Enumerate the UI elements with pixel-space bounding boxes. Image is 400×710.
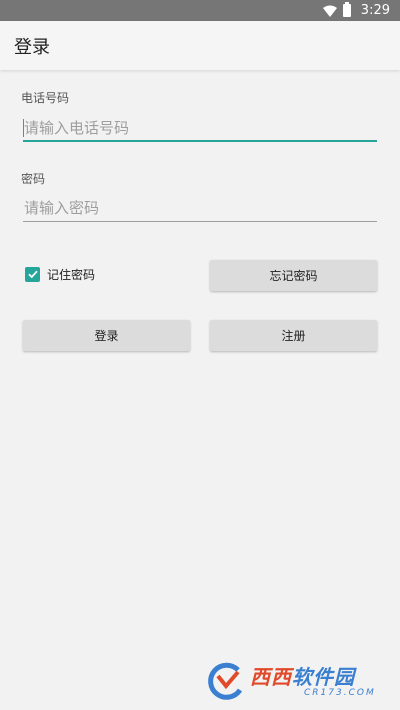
watermark-brand-blue: 软件园 [292,665,355,689]
remember-password-label: 记住密码 [47,267,96,282]
app-bar: 登录 [0,21,400,70]
watermark-logo-icon [208,662,243,700]
page-title: 登录 [14,36,50,58]
watermark-brand-red: 西西 [250,665,292,689]
forgot-password-button[interactable]: 忘记密码 [210,260,377,291]
status-time: 3:29 [360,3,390,18]
password-field[interactable] [23,194,377,222]
remember-password-checkbox[interactable]: 记住密码 [25,264,95,284]
password-underline [23,221,377,222]
register-button[interactable]: 注册 [210,320,377,351]
login-button[interactable]: 登录 [23,320,190,351]
phone-underline [23,140,377,142]
status-bar: 3:29 [0,0,400,21]
password-input[interactable] [23,194,377,222]
phone-input[interactable] [23,114,377,142]
battery-icon [342,2,351,17]
text-cursor [23,119,24,137]
phone-field[interactable] [23,114,377,142]
phone-label: 电话号码 [21,91,70,105]
watermark: 西西软件园 CR173.COM [204,662,382,702]
password-label: 密码 [21,172,46,186]
checkbox-checked-icon[interactable] [25,266,40,282]
watermark-domain: CR173.COM [304,688,376,698]
wifi-icon [322,5,337,17]
